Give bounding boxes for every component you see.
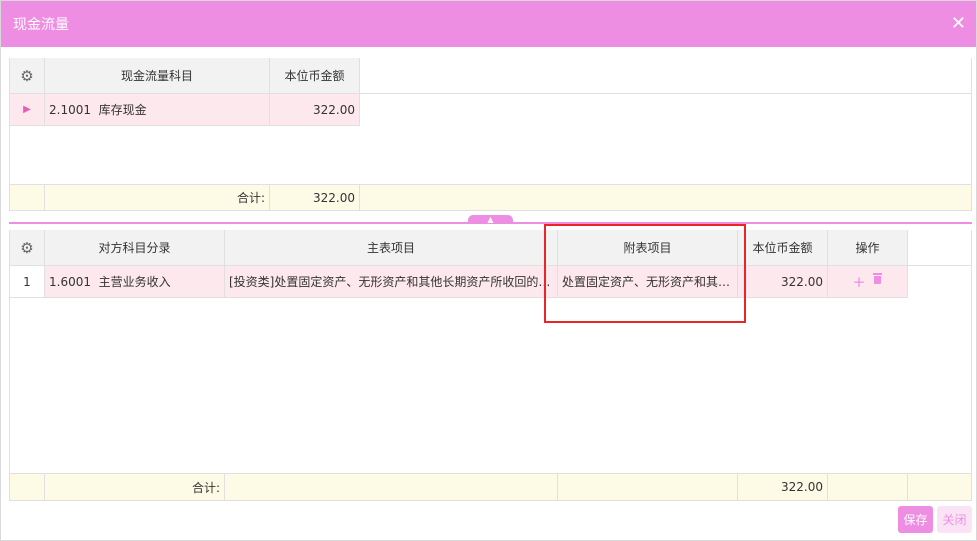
dialog-titlebar: 现金流量 ✕ [1,1,976,47]
column-settings[interactable]: ⚙ [10,230,45,266]
table-row[interactable]: ▶ 2.1001 库存现金 322.00 [10,94,971,126]
account-code: 2.1001 [49,102,91,117]
row-index: 1 [10,266,45,298]
plus-icon[interactable]: + [853,273,866,291]
row-pointer: ▶ [10,94,45,126]
column-header-main-item[interactable]: 主表项目 [225,230,558,266]
triangle-right-icon: ▶ [23,104,31,115]
entry-name: 主营业务收入 [98,275,171,289]
grid-footer-row: 合计: 322.00 [10,473,971,501]
footer-blank [10,474,45,501]
table-row[interactable]: 1 1.6001 主营业务收入 [投资类]处置固定资产、无形资产和其他长期资产所… [10,266,971,298]
main-item-text: [投资类]处置固定资产、无形资产和其他长期资产所收回的现金净额 [229,275,553,289]
account-name: 库存现金 [98,103,147,117]
actions-cell: + [828,266,908,298]
row-filler [908,266,971,298]
footer-filler [360,185,971,211]
save-button[interactable]: 保存 [898,506,933,533]
footer-filler [908,474,971,501]
chevron-up-icon[interactable]: ▲ [468,215,513,224]
gear-icon[interactable]: ⚙ [20,67,33,85]
footer-total-amount: 322.00 [738,474,828,501]
footer-total-label: 合计: [45,474,225,501]
close-icon[interactable]: ✕ [951,15,966,33]
trash-icon[interactable] [873,272,883,284]
header-filler [360,58,971,94]
entry-code: 1.6001 [49,274,91,289]
column-header-actions[interactable]: 操作 [828,230,908,266]
cash-flow-dialog: 现金流量 ✕ ⚙ 现金流量科目 本位币金额 ▶ 2.1001 库存现金 322.… [0,0,977,541]
footer-actions-blank [828,474,908,501]
sub-item-cell[interactable]: 处置固定资产、无形资产和其他长期资产的损失 [558,266,738,298]
grid-header-row: ⚙ 对方科目分录 主表项目 附表项目 本位币金额 操作 [10,230,971,266]
footer-total-label: 合计: [45,185,270,211]
row-filler [360,94,971,126]
cash-flow-account-grid: ⚙ 现金流量科目 本位币金额 ▶ 2.1001 库存现金 322.00 合计: … [9,58,972,211]
gear-icon[interactable]: ⚙ [20,239,33,257]
dialog-title: 现金流量 [13,17,69,33]
footer-sub-blank [558,474,738,501]
footer-blank [10,185,45,211]
grid-header-row: ⚙ 现金流量科目 本位币金额 [10,58,971,94]
column-header-amount[interactable]: 本位币金额 [270,58,360,94]
header-filler [908,230,971,266]
footer-main-blank [225,474,558,501]
counter-entry-grid: ⚙ 对方科目分录 主表项目 附表项目 本位币金额 操作 1 1.6001 主营业… [9,230,972,501]
main-item-cell[interactable]: [投资类]处置固定资产、无形资产和其他长期资产所收回的现金净额 [225,266,558,298]
cancel-button[interactable]: 关闭 [937,506,972,533]
column-header-amount[interactable]: 本位币金额 [738,230,828,266]
amount-cell[interactable]: 322.00 [738,266,828,298]
footer-total-amount: 322.00 [270,185,360,211]
column-settings[interactable]: ⚙ [10,58,45,94]
counter-entry-cell[interactable]: 1.6001 主营业务收入 [45,266,225,298]
sub-item-text: 处置固定资产、无形资产和其他长期资产的损失 [562,275,733,289]
column-header-sub-item[interactable]: 附表项目 [558,230,738,266]
account-cell[interactable]: 2.1001 库存现金 [45,94,270,126]
column-header-cash-flow-account[interactable]: 现金流量科目 [45,58,270,94]
amount-cell[interactable]: 322.00 [270,94,360,126]
column-header-counter-entry[interactable]: 对方科目分录 [45,230,225,266]
grid-footer-row: 合计: 322.00 [10,184,971,211]
